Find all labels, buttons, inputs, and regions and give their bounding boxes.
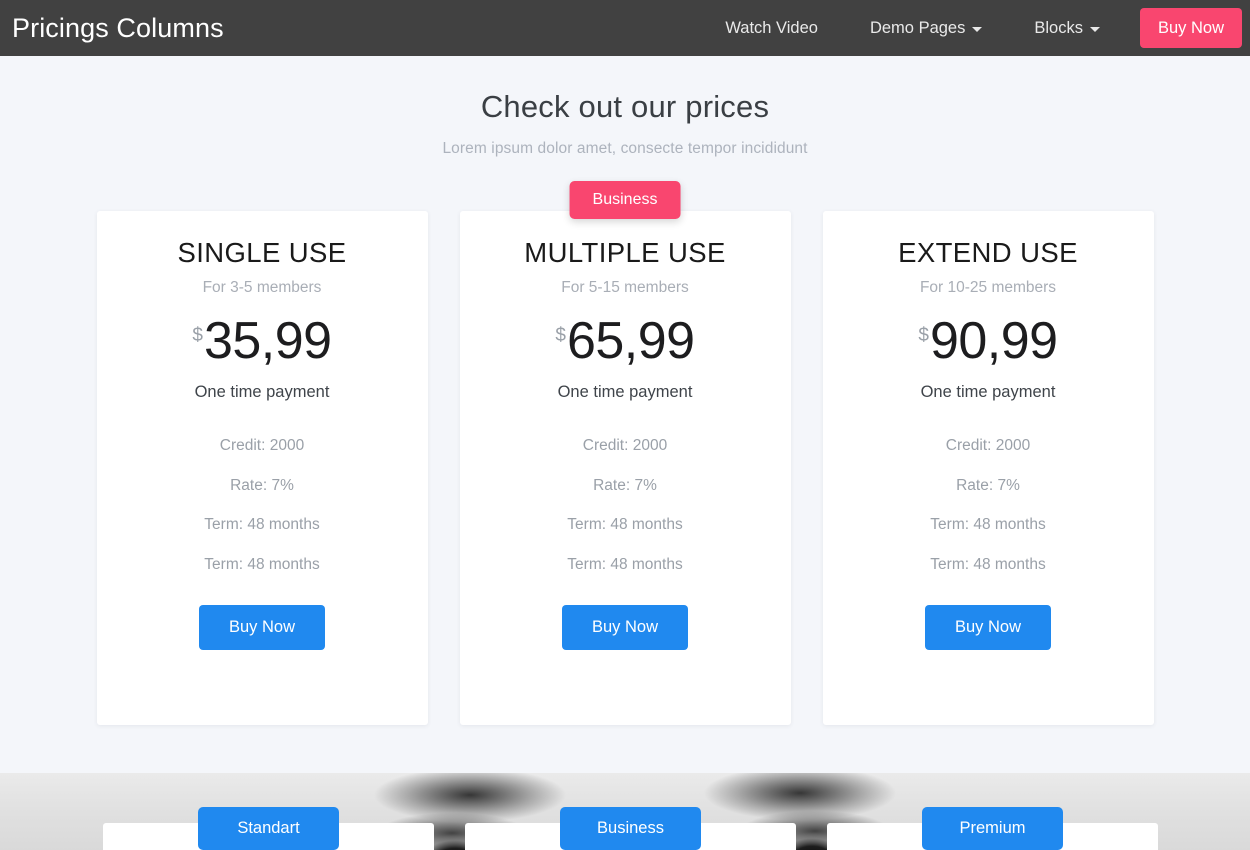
nav-link-blocks[interactable]: Blocks bbox=[1008, 0, 1126, 56]
page-subtitle: Lorem ipsum dolor amet, consecte tempor … bbox=[442, 140, 808, 158]
top-navbar: Pricings Columns Watch Video Demo Pages … bbox=[0, 0, 1250, 56]
list-item: Term: 48 months bbox=[567, 516, 683, 534]
plan-features-list: Credit: 2000 Rate: 7% Term: 48 months Te… bbox=[823, 438, 1154, 572]
list-item: Credit: 2000 bbox=[945, 437, 1031, 455]
plan-price: $ 65,99 bbox=[460, 311, 791, 370]
plan-name: MULTIPLE USE bbox=[524, 237, 726, 269]
nav-links-group: Watch Video Demo Pages Blocks Buy Now bbox=[699, 0, 1250, 56]
plan-price: $ 90,99 bbox=[823, 311, 1154, 370]
list-item: Term: 48 months bbox=[930, 516, 1046, 534]
plan-buy-now-button[interactable]: Buy Now bbox=[561, 605, 689, 650]
price-amount: 65,99 bbox=[566, 311, 695, 370]
navbar-buy-now-button[interactable]: Buy Now bbox=[1139, 8, 1242, 48]
pricing-cards-row: SINGLE USE For 3-5 members $ 35,99 One t… bbox=[0, 211, 1250, 726]
plan-price: $ 35,99 bbox=[97, 311, 428, 370]
plan-members: For 10-25 members bbox=[919, 278, 1057, 296]
plan-name: EXTEND USE bbox=[898, 237, 1078, 269]
bottom-cards-row: Standart Business Premium bbox=[0, 773, 1250, 850]
pricing-card-multiple-use: MULTIPLE USE For 5-15 members $ 65,99 On… bbox=[459, 211, 791, 726]
plan-buy-now-button[interactable]: Buy Now bbox=[198, 605, 326, 650]
currency-symbol: $ bbox=[918, 324, 929, 346]
nav-link-watch-video[interactable]: Watch Video bbox=[699, 0, 844, 56]
price-amount: 35,99 bbox=[203, 311, 332, 370]
featured-plan-badge[interactable]: Business bbox=[569, 181, 681, 220]
brand-title: Pricings Columns bbox=[12, 12, 224, 43]
plan-features-list: Credit: 2000 Rate: 7% Term: 48 months Te… bbox=[97, 438, 428, 572]
nav-link-demo-pages[interactable]: Demo Pages bbox=[844, 0, 1008, 56]
list-item: Credit: 2000 bbox=[582, 437, 668, 455]
plan-members: For 3-5 members bbox=[202, 278, 322, 296]
list-item: Term: 48 months bbox=[204, 555, 320, 573]
list-item: Term: 48 months bbox=[567, 555, 683, 573]
list-item: Term: 48 months bbox=[204, 516, 320, 534]
nav-link-label: Blocks bbox=[1034, 19, 1083, 37]
section-header: Check out our prices Lorem ipsum dolor a… bbox=[0, 56, 1250, 158]
bottom-button-premium[interactable]: Premium bbox=[922, 807, 1063, 850]
plan-name: SINGLE USE bbox=[177, 237, 347, 269]
bottom-button-standart[interactable]: Standart bbox=[198, 807, 339, 850]
list-item: Credit: 2000 bbox=[219, 437, 305, 455]
chevron-down-icon bbox=[1089, 26, 1100, 32]
list-item: Rate: 7% bbox=[230, 476, 294, 494]
plan-members: For 5-15 members bbox=[561, 278, 689, 296]
nav-link-label: Watch Video bbox=[725, 19, 818, 37]
pricing-card-single-use: SINGLE USE For 3-5 members $ 35,99 One t… bbox=[96, 211, 428, 726]
nav-link-label: Demo Pages bbox=[869, 19, 966, 37]
plan-buy-now-button[interactable]: Buy Now bbox=[924, 605, 1052, 650]
payment-note: One time payment bbox=[194, 383, 330, 402]
list-item: Rate: 7% bbox=[593, 476, 657, 494]
currency-symbol: $ bbox=[555, 324, 566, 346]
pricing-section: Business SINGLE USE For 3-5 members $ 35… bbox=[0, 181, 1250, 741]
plan-features-list: Credit: 2000 Rate: 7% Term: 48 months Te… bbox=[460, 438, 791, 572]
payment-note: One time payment bbox=[557, 383, 693, 402]
page-title: Check out our prices bbox=[480, 89, 770, 124]
list-item: Rate: 7% bbox=[956, 476, 1020, 494]
bottom-button-business[interactable]: Business bbox=[560, 807, 701, 850]
payment-note: One time payment bbox=[920, 383, 1056, 402]
next-section-preview: Standart Business Premium bbox=[0, 773, 1250, 850]
currency-symbol: $ bbox=[192, 324, 203, 346]
pricing-card-extend-use: EXTEND USE For 10-25 members $ 90,99 One… bbox=[822, 211, 1154, 726]
chevron-down-icon bbox=[972, 26, 983, 32]
price-amount: 90,99 bbox=[929, 311, 1058, 370]
list-item: Term: 48 months bbox=[930, 555, 1046, 573]
